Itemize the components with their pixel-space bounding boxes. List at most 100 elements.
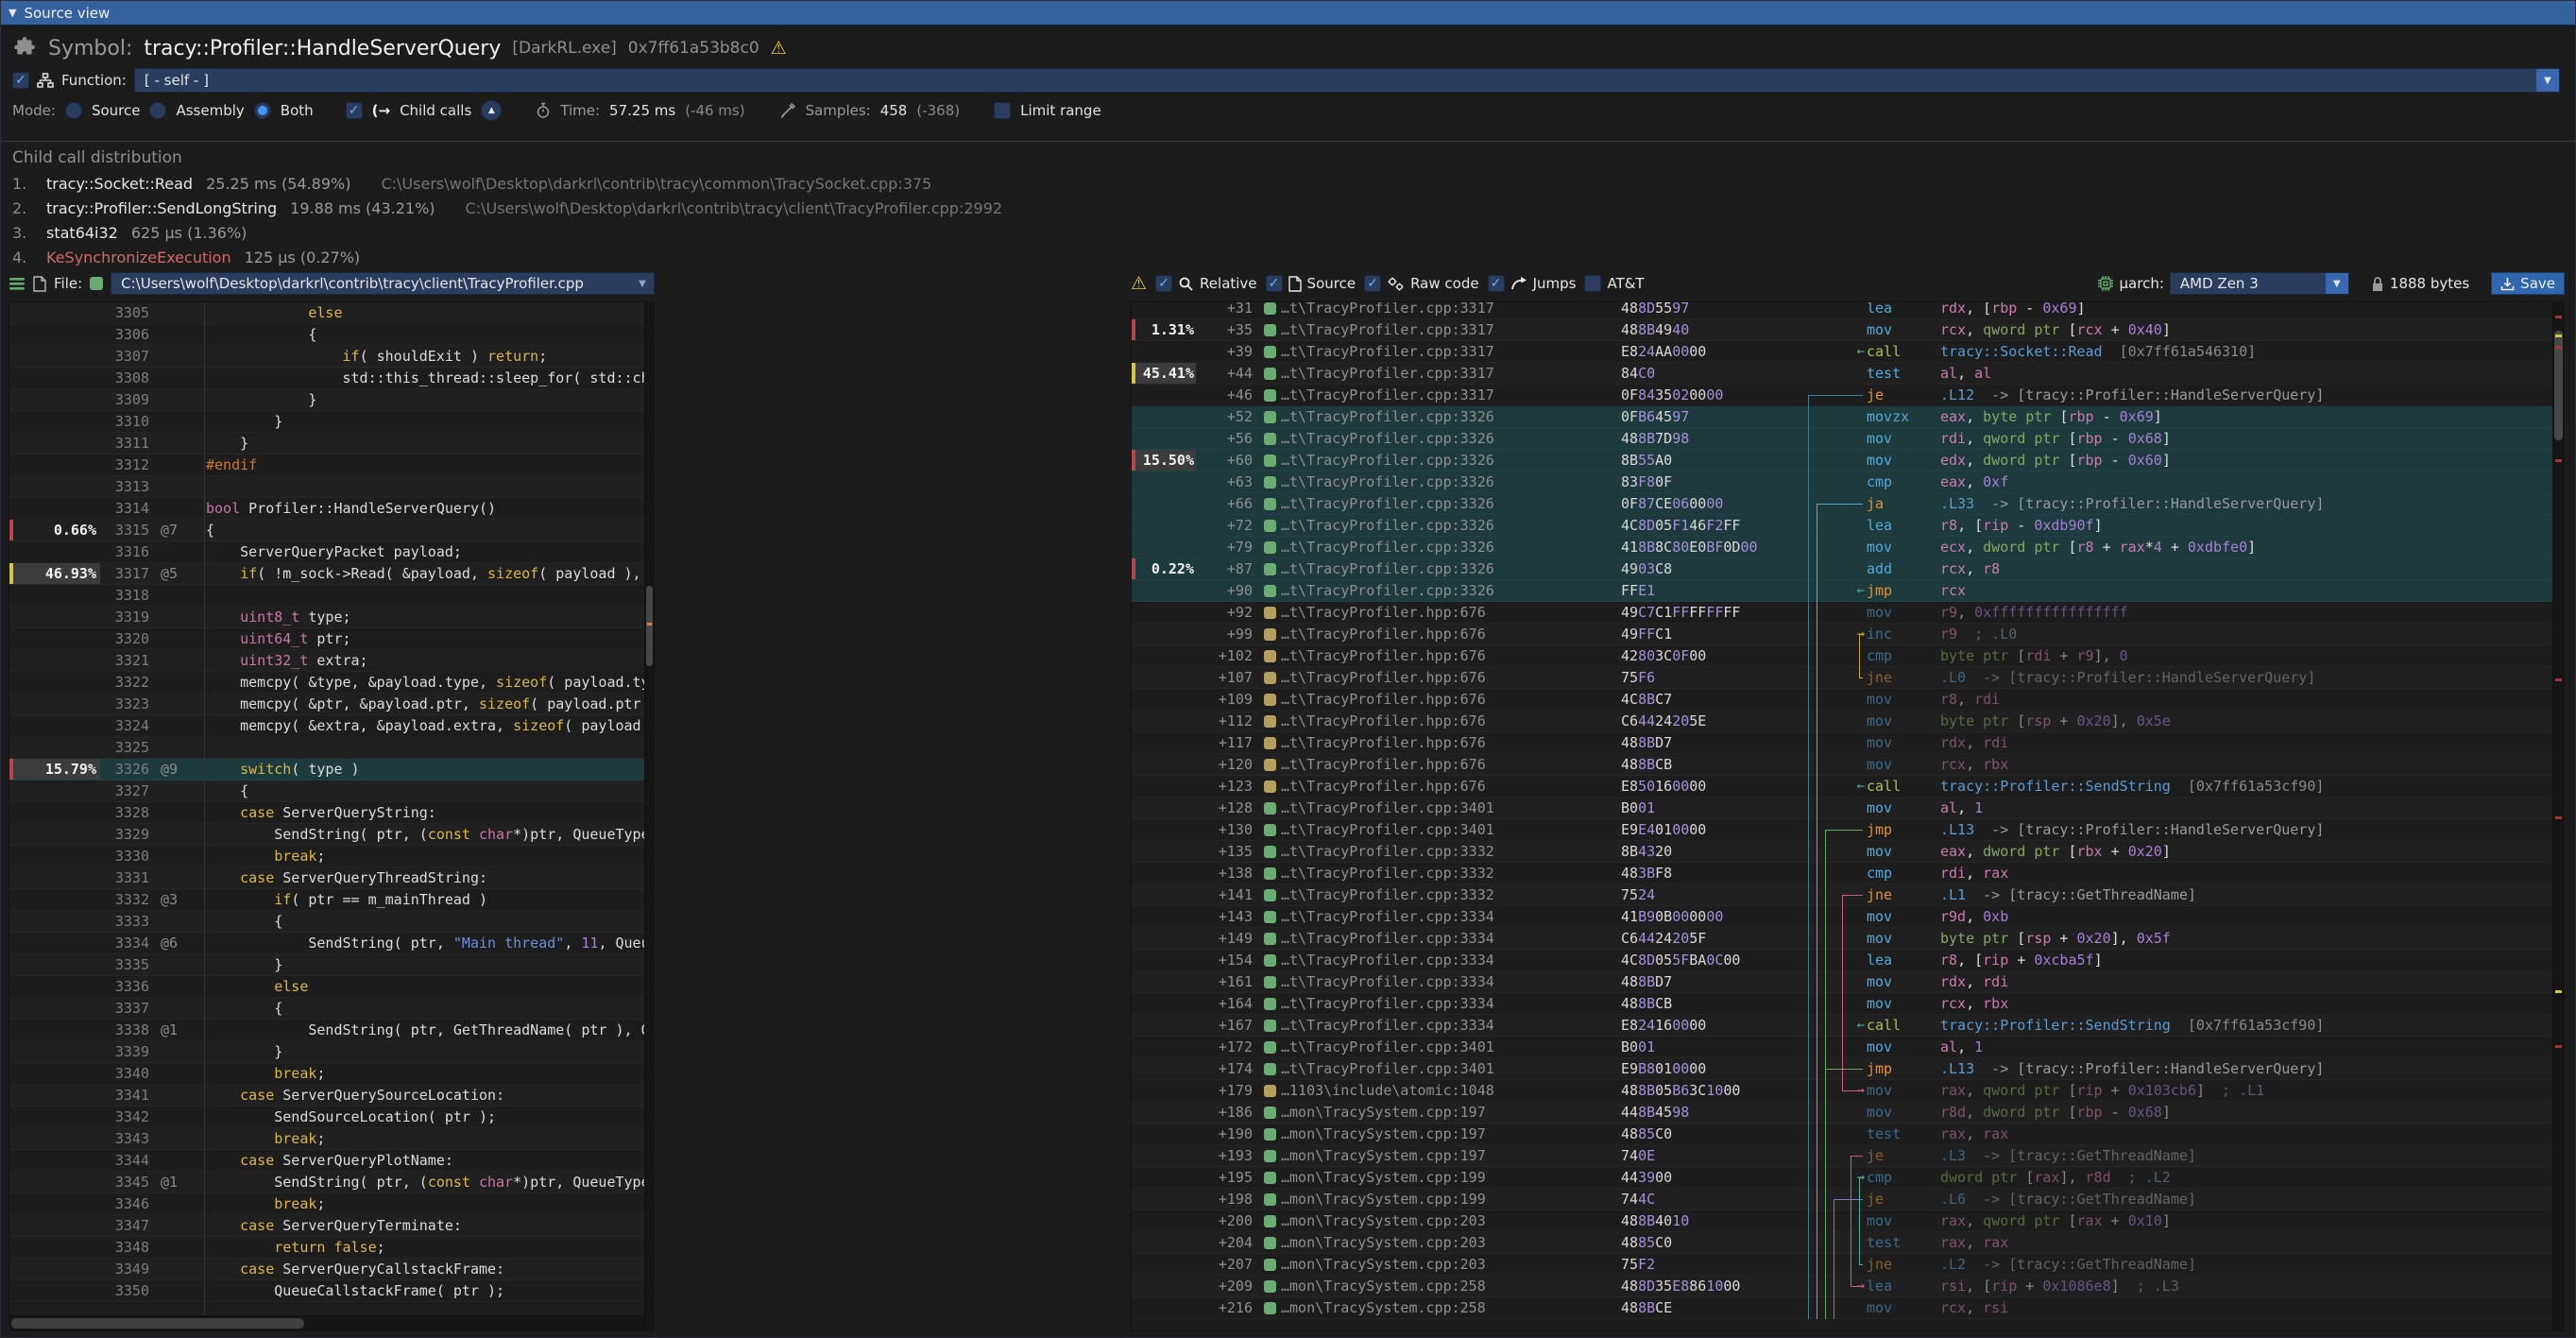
- asm-row[interactable]: +149…t\TracyProfiler.cpp:3334C64424205Fm…: [1132, 928, 2552, 950]
- child-calls-label[interactable]: Child calls: [400, 102, 471, 119]
- asm-row[interactable]: +141…t\TracyProfiler.cpp:33327524jne.L1 …: [1132, 884, 2552, 906]
- asm-row[interactable]: +195…mon\TracySystem.cpp:199443900→cmpdw…: [1132, 1167, 2552, 1189]
- asm-row[interactable]: +66…t\TracyProfiler.cpp:33260F87CE060000…: [1132, 493, 2552, 515]
- source-scrollbar-thumb[interactable]: [646, 586, 653, 666]
- child-call-entry[interactable]: 4.KeSynchronizeExecution125 μs (0.27%): [12, 245, 2575, 266]
- source-row[interactable]: 3324 memcpy( &extra, &payload.extra, siz…: [9, 715, 644, 737]
- child-call-entry[interactable]: 3.stat64i32625 μs (1.36%): [12, 220, 2575, 245]
- asm-row[interactable]: 0.22%+87…t\TracyProfiler.cpp:33264903C8a…: [1132, 558, 2552, 580]
- asm-warning-icon[interactable]: ⚠: [1131, 273, 1147, 294]
- mode-both-label[interactable]: Both: [281, 102, 314, 119]
- source-horizontal-scrollbar[interactable]: [9, 1315, 644, 1330]
- att-checkbox[interactable]: ✓: [1584, 275, 1601, 292]
- source-hscrollbar-thumb[interactable]: [11, 1318, 304, 1329]
- asm-vertical-scrollbar[interactable]: [2552, 302, 2564, 1330]
- mode-source-label[interactable]: Source: [92, 102, 141, 119]
- titlebar[interactable]: ▼ Source view: [1, 1, 2575, 26]
- uarch-combo-arrow-icon[interactable]: ▼: [2326, 273, 2348, 294]
- source-row[interactable]: 3307 if( shouldExit ) return;: [9, 346, 644, 368]
- asm-row[interactable]: +72…t\TracyProfiler.cpp:33264C8D05F146F2…: [1132, 515, 2552, 537]
- source-row[interactable]: 3331 case ServerQueryThreadString:: [9, 867, 644, 889]
- source-row[interactable]: 3322 memcpy( &type, &payload.type, sizeo…: [9, 672, 644, 694]
- source-row[interactable]: 3323 memcpy( &ptr, &payload.ptr, sizeof(…: [9, 694, 644, 715]
- source-label[interactable]: Source: [1307, 275, 1356, 292]
- asm-row[interactable]: +109…t\TracyProfiler.hpp:6764C8BC7movr8,…: [1132, 689, 2552, 711]
- asm-row[interactable]: +190…mon\TracySystem.cpp:1974885C0testra…: [1132, 1124, 2552, 1145]
- limit-range-label[interactable]: Limit range: [1020, 102, 1101, 119]
- raw-code-checkbox[interactable]: ✓: [1364, 275, 1381, 292]
- source-row[interactable]: 3347 case ServerQueryTerminate:: [9, 1215, 644, 1237]
- asm-row[interactable]: +167…t\TracyProfiler.cpp:3334E824160000←…: [1132, 1015, 2552, 1037]
- source-row[interactable]: 3312#endif: [9, 455, 644, 476]
- asm-row[interactable]: +39…t\TracyProfiler.cpp:3317E824AA0000←c…: [1132, 341, 2552, 363]
- source-row[interactable]: 3311 }: [9, 433, 644, 455]
- source-row[interactable]: 3335 }: [9, 954, 644, 976]
- asm-row[interactable]: +79…t\TracyProfiler.cpp:3326418B8C80E0BF…: [1132, 537, 2552, 558]
- source-row[interactable]: 3320 uint64_t ptr;: [9, 628, 644, 650]
- mode-radio-both[interactable]: [254, 102, 271, 119]
- source-row[interactable]: 0.66%3315@7{: [9, 520, 644, 541]
- source-row[interactable]: 3336 else: [9, 976, 644, 998]
- asm-row[interactable]: +204…mon\TracySystem.cpp:2034885C0testra…: [1132, 1232, 2552, 1254]
- asm-row[interactable]: +135…t\TracyProfiler.cpp:33328B4320movea…: [1132, 841, 2552, 863]
- source-row[interactable]: 3308 std::this_thread::sleep_for( std::c…: [9, 368, 644, 389]
- source-row[interactable]: 3325: [9, 737, 644, 759]
- source-row[interactable]: 3339 }: [9, 1041, 644, 1063]
- source-row[interactable]: 3329 SendString( ptr, (const char*)ptr, …: [9, 824, 644, 846]
- asm-row[interactable]: +209…mon\TracySystem.cpp:258488D35E88610…: [1132, 1276, 2552, 1297]
- source-row[interactable]: 3330 break;: [9, 846, 644, 867]
- function-combo-arrow-icon[interactable]: ▼: [2536, 69, 2559, 92]
- asm-row[interactable]: +46…t\TracyProfiler.cpp:33170F8435020000…: [1132, 385, 2552, 406]
- asm-row[interactable]: +200…mon\TracySystem.cpp:203488B4010movr…: [1132, 1210, 2552, 1232]
- source-row[interactable]: 3314bool Profiler::HandleServerQuery(): [9, 498, 644, 520]
- asm-row[interactable]: +198…mon\TracySystem.cpp:199744Cje.L6 ->…: [1132, 1189, 2552, 1210]
- asm-row[interactable]: +216…mon\TracySystem.cpp:258488BCEmovrcx…: [1132, 1297, 2552, 1319]
- source-row[interactable]: 3305 else: [9, 302, 644, 324]
- source-row[interactable]: 3313: [9, 476, 644, 498]
- collapse-triangle-icon[interactable]: ▼: [9, 7, 16, 19]
- asm-row[interactable]: +143…t\TracyProfiler.cpp:333441B90B00000…: [1132, 906, 2552, 928]
- asm-row[interactable]: +154…t\TracyProfiler.cpp:33344C8D055FBA0…: [1132, 950, 2552, 971]
- asm-row[interactable]: 45.41%+44…t\TracyProfiler.cpp:331784C0te…: [1132, 363, 2552, 385]
- source-row[interactable]: 3327 {: [9, 780, 644, 802]
- source-row[interactable]: 3344 case ServerQueryPlotName:: [9, 1150, 644, 1172]
- asm-row[interactable]: +107…t\TracyProfiler.hpp:67675F6jne.L0 -…: [1132, 667, 2552, 689]
- asm-row[interactable]: +130…t\TracyProfiler.cpp:3401E9E4010000j…: [1132, 819, 2552, 841]
- asm-row[interactable]: +128…t\TracyProfiler.cpp:3401B001moval, …: [1132, 798, 2552, 819]
- source-row[interactable]: 3348 return false;: [9, 1237, 644, 1259]
- asm-row[interactable]: +31…t\TracyProfiler.cpp:3317488D5597lear…: [1132, 301, 2552, 319]
- source-row[interactable]: 3341 case ServerQuerySourceLocation:: [9, 1085, 644, 1106]
- asm-row[interactable]: +120…t\TracyProfiler.hpp:676488BCBmovrcx…: [1132, 754, 2552, 776]
- source-row[interactable]: 15.79%3326@9 switch( type ): [9, 759, 644, 780]
- source-row[interactable]: 3350 QueueCallstackFrame( ptr );: [9, 1280, 644, 1302]
- source-row[interactable]: 3310 }: [9, 411, 644, 433]
- asm-row[interactable]: +63…t\TracyProfiler.cpp:332683F80Fcmpeax…: [1132, 472, 2552, 493]
- child-call-entry[interactable]: 2.tracy::Profiler::SendLongString19.88 m…: [12, 196, 2575, 220]
- file-list-icon[interactable]: [9, 276, 26, 291]
- raw-code-label[interactable]: Raw code: [1410, 275, 1479, 292]
- source-row[interactable]: 3332@3 if( ptr == m_mainThread ): [9, 889, 644, 911]
- jumps-checkbox[interactable]: ✓: [1488, 275, 1505, 292]
- asm-row[interactable]: +112…t\TracyProfiler.hpp:676C64424205Emo…: [1132, 711, 2552, 732]
- source-row[interactable]: 3316 ServerQueryPacket payload;: [9, 541, 644, 563]
- relative-label[interactable]: Relative: [1200, 275, 1257, 292]
- source-row[interactable]: 3334@6 SendString( ptr, "Main thread", 1…: [9, 933, 644, 954]
- source-row[interactable]: 3343 break;: [9, 1128, 644, 1150]
- source-row[interactable]: 3345@1 SendString( ptr, (const char*)ptr…: [9, 1172, 644, 1193]
- source-checkbox[interactable]: ✓: [1266, 275, 1283, 292]
- function-checkbox[interactable]: ✓: [12, 72, 29, 89]
- relative-checkbox[interactable]: ✓: [1155, 275, 1172, 292]
- jumps-label[interactable]: Jumps: [1533, 275, 1577, 292]
- asm-row[interactable]: +123…t\TracyProfiler.hpp:676E850160000←c…: [1132, 776, 2552, 798]
- source-row[interactable]: 46.93%3317@5 if( !m_sock->Read( &payload…: [9, 563, 644, 585]
- asm-row[interactable]: +52…t\TracyProfiler.cpp:33260FB64597movz…: [1132, 406, 2552, 428]
- asm-row[interactable]: +174…t\TracyProfiler.cpp:3401E9B8010000j…: [1132, 1058, 2552, 1080]
- asm-row[interactable]: +207…mon\TracySystem.cpp:20375F2jne.L2 -…: [1132, 1254, 2552, 1276]
- asm-row[interactable]: +92…t\TracyProfiler.hpp:67649C7C1FFFFFFF…: [1132, 602, 2552, 624]
- mode-radio-assembly[interactable]: [149, 102, 166, 119]
- source-row[interactable]: 3319 uint8_t type;: [9, 607, 644, 628]
- asm-row[interactable]: 15.50%+60…t\TracyProfiler.cpp:33268B55A0…: [1132, 450, 2552, 472]
- uarch-combo[interactable]: AMD Zen 3 ▼: [2170, 272, 2349, 295]
- save-button[interactable]: Save: [2491, 272, 2565, 295]
- asm-row[interactable]: +179…1103\include\atomic:1048488B05B63C1…: [1132, 1080, 2552, 1102]
